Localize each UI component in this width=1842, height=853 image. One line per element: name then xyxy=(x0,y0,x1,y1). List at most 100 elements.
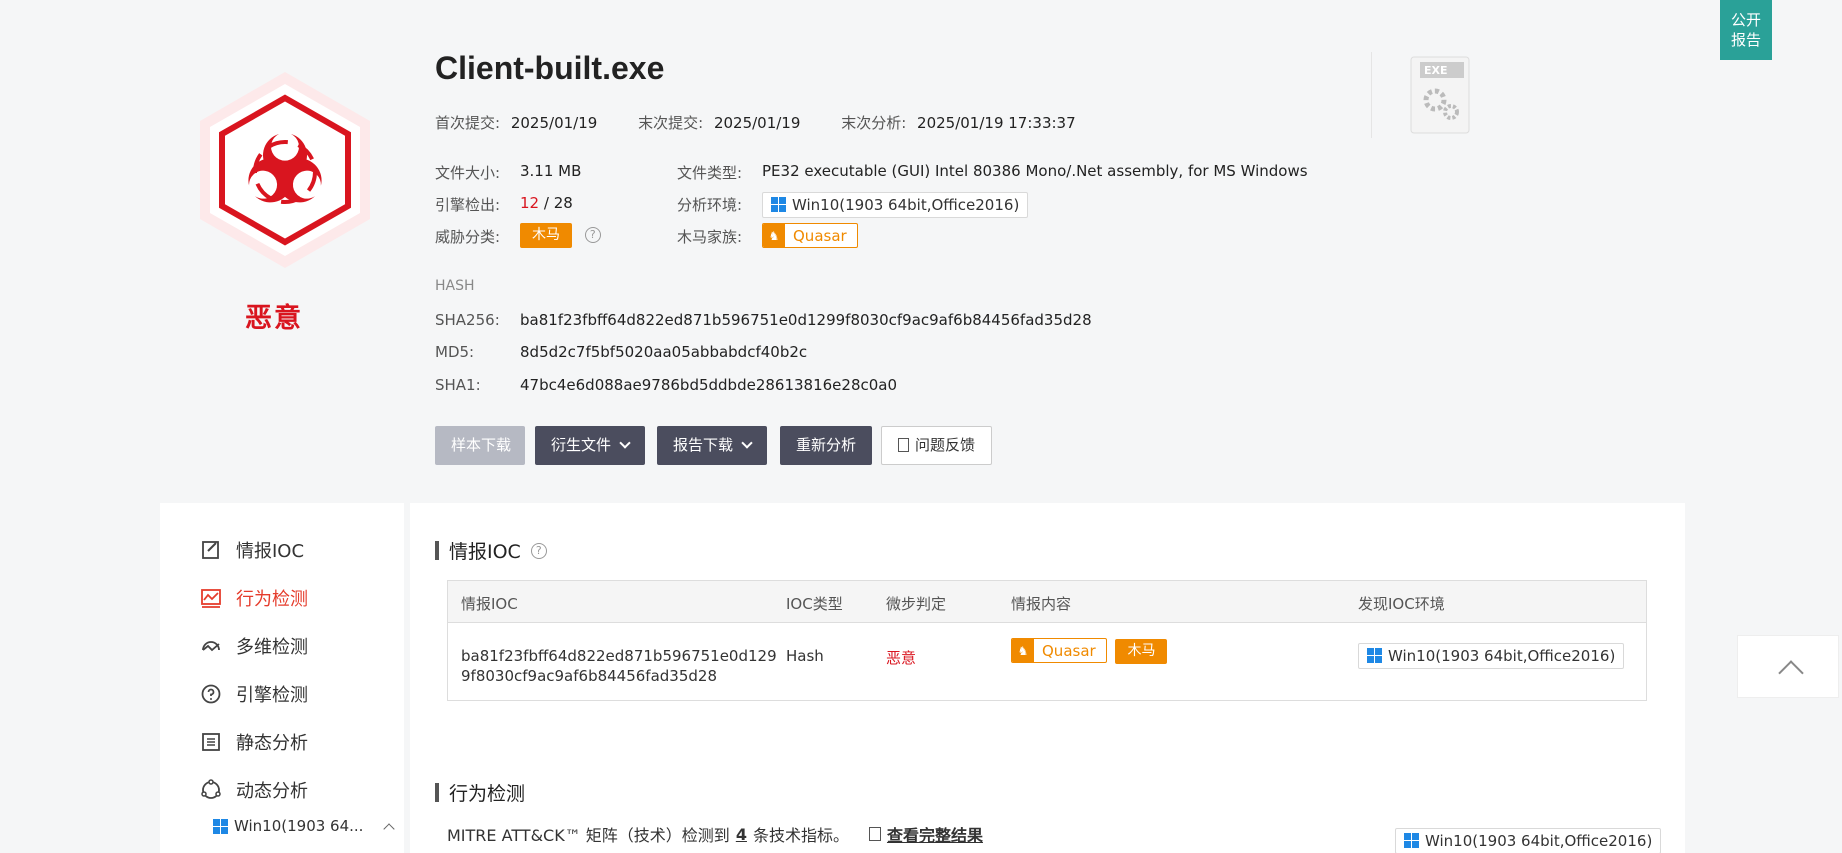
env-label: 分析环境: xyxy=(677,196,743,214)
th-env: 发现IOC环境 xyxy=(1358,595,1445,613)
sha1-value: 47bc4e6d088ae9786bd5ddbde28613816e28c0a0 xyxy=(520,376,898,394)
env-tag[interactable]: Win10(1903 64bit,Office2016) xyxy=(1395,827,1662,853)
sidebar-item-label: 引擎检测 xyxy=(236,685,308,706)
engine-label: 引擎检出: xyxy=(435,196,501,214)
size-label: 文件大小: xyxy=(435,164,501,182)
trojan-icon: ♞ xyxy=(763,224,785,247)
chevron-up-icon xyxy=(383,822,396,835)
cycle-icon xyxy=(201,779,221,799)
sidebar-item-label: 行为检测 xyxy=(236,589,308,610)
download-sample-button[interactable]: 样本下载 xyxy=(435,426,525,465)
scroll-to-top-button[interactable] xyxy=(1737,635,1839,698)
family-tag[interactable]: ♞ Quasar xyxy=(762,223,858,248)
windows-icon xyxy=(1367,648,1382,663)
type-value: PE32 executable (GUI) Intel 80386 Mono/.… xyxy=(762,162,1308,180)
ioc-title-text: 情报IOC xyxy=(449,541,521,563)
chevron-down-icon xyxy=(741,437,753,449)
th-ioc: 情报IOC xyxy=(461,595,518,613)
file-name: Client-built.exe xyxy=(435,50,665,86)
trojan-icon: ♞ xyxy=(1012,639,1034,662)
engine-total: / 28 xyxy=(543,194,573,212)
family-label: 木马家族: xyxy=(677,228,743,246)
ioc-type: Hash xyxy=(786,647,824,665)
env-value: Win10(1903 64bit,Office2016) xyxy=(1388,646,1616,665)
exe-icon-text: EXE xyxy=(1424,64,1448,77)
threat-tag[interactable]: 木马 xyxy=(520,223,572,248)
report-download-button[interactable]: 报告下载 xyxy=(657,426,768,465)
md5-value: 8d5d2c7f5bf5020aa05abbabdcf40b2c xyxy=(520,343,808,361)
public-report-label-2: 报告 xyxy=(1730,31,1761,49)
windows-icon xyxy=(771,197,786,212)
reanalyze-button[interactable]: 重新分析 xyxy=(780,426,873,465)
sidebar-item-label: 情报IOC xyxy=(236,541,305,562)
windows-icon xyxy=(213,818,228,834)
verdict-label: 恶意 xyxy=(245,303,303,334)
section-bar xyxy=(435,783,439,802)
public-report-label-1: 公开 xyxy=(1730,11,1761,29)
sidebar-item-multidim[interactable]: 多维检测 xyxy=(200,633,308,659)
env-tag: Win10(1903 64bit,Office2016) xyxy=(762,191,1029,218)
ioc-section-title: 情报IOC ? xyxy=(435,537,547,564)
sidebar: 情报IOC 行为检测 多维检测 引擎检测 静态分析 动态分析 xyxy=(160,503,404,853)
size-value: 3.11 MB xyxy=(520,162,582,180)
family-value: Quasar xyxy=(1042,641,1096,660)
last-analysis-value: 2025/01/19 17:33:37 xyxy=(917,114,1076,132)
feedback-label: 问题反馈 xyxy=(915,436,976,454)
mitre-suffix: 条技术指标。 xyxy=(752,826,849,845)
help-circle-icon xyxy=(201,684,221,704)
hash-section-label: HASH xyxy=(435,278,475,294)
ioc-hash-line1[interactable]: ba81f23fbff64d822ed871b596751e0d129 xyxy=(461,647,777,665)
sidebar-item-behavior[interactable]: 行为检测 xyxy=(200,585,308,611)
sidebar-item-label: 多维检测 xyxy=(236,637,308,658)
sha256-label: SHA256: xyxy=(435,311,500,329)
report-download-label: 报告下载 xyxy=(673,436,734,454)
section-bar xyxy=(435,541,439,560)
sha256-value: ba81f23fbff64d822ed871b596751e0d1299f803… xyxy=(520,311,1092,329)
sidebar-item-static[interactable]: 静态分析 xyxy=(200,729,308,755)
public-report-button[interactable]: 公开 报告 xyxy=(1720,0,1772,60)
env-value: Win10(1903 64bit,Office2016) xyxy=(1425,831,1653,850)
chevron-up-icon xyxy=(1778,660,1804,686)
sidebar-subitem-env[interactable]: Win10(1903 64... xyxy=(213,817,396,835)
document-icon xyxy=(898,438,909,452)
sha1-label: SHA1: xyxy=(435,376,481,394)
feedback-button[interactable]: 问题反馈 xyxy=(881,426,993,465)
mitre-count: 4 xyxy=(735,824,747,844)
behavior-section-title: 行为检测 xyxy=(435,779,525,806)
behavior-env-selector[interactable]: Win10(1903 64bit,Office2016) xyxy=(1395,825,1662,853)
sidebar-item-intel-ioc[interactable]: 情报IOC xyxy=(200,537,304,563)
sidebar-subitem-label: Win10(1903 64... xyxy=(234,817,364,835)
edit-icon xyxy=(202,541,219,559)
malicious-badge-icon xyxy=(200,72,370,268)
derived-files-button[interactable]: 衍生文件 xyxy=(535,426,646,465)
list-icon xyxy=(202,733,220,751)
header-divider xyxy=(1371,52,1372,138)
exe-file-icon: EXE xyxy=(1410,56,1470,134)
ioc-content-tags: ♞ Quasar 木马 xyxy=(1011,638,1168,664)
env-value: Win10(1903 64bit,Office2016) xyxy=(792,195,1020,214)
mitre-prefix: MITRE ATT&CK™ 矩阵（技术）检测到 xyxy=(447,826,730,845)
md5-label: MD5: xyxy=(435,343,475,361)
help-icon[interactable]: ? xyxy=(530,542,547,559)
windows-icon xyxy=(1404,833,1419,848)
radar-icon xyxy=(202,641,220,652)
mitre-summary: MITRE ATT&CK™ 矩阵（技术）检测到 4 条技术指标。 查看完整结果 xyxy=(447,822,983,846)
ioc-verdict: 恶意 xyxy=(886,649,917,667)
derived-files-label: 衍生文件 xyxy=(551,436,612,454)
ioc-hash-line2[interactable]: 9f8030cf9ac9af6b84456fad35d28 xyxy=(461,667,717,685)
th-type: IOC类型 xyxy=(786,595,843,613)
chart-icon xyxy=(201,589,221,608)
last-submit-label: 末次提交: xyxy=(638,114,704,132)
type-label: 文件类型: xyxy=(677,164,743,182)
view-full-results-link[interactable]: 查看完整结果 xyxy=(887,822,983,846)
sidebar-item-engine[interactable]: 引擎检测 xyxy=(200,681,308,707)
threat-tag[interactable]: 木马 xyxy=(1115,638,1168,664)
ioc-env-cell: Win10(1903 64bit,Office2016) xyxy=(1358,641,1625,669)
family-tag[interactable]: ♞ Quasar xyxy=(1011,638,1107,663)
first-submit-value: 2025/01/19 xyxy=(510,114,598,132)
sidebar-item-dynamic[interactable]: 动态分析 xyxy=(200,777,308,803)
table-header: 情报IOC IOC类型 微步判定 情报内容 发现IOC环境 xyxy=(448,581,1646,623)
sidebar-item-label: 动态分析 xyxy=(236,781,308,802)
help-icon[interactable]: ? xyxy=(584,226,601,243)
th-content: 情报内容 xyxy=(1011,595,1072,613)
